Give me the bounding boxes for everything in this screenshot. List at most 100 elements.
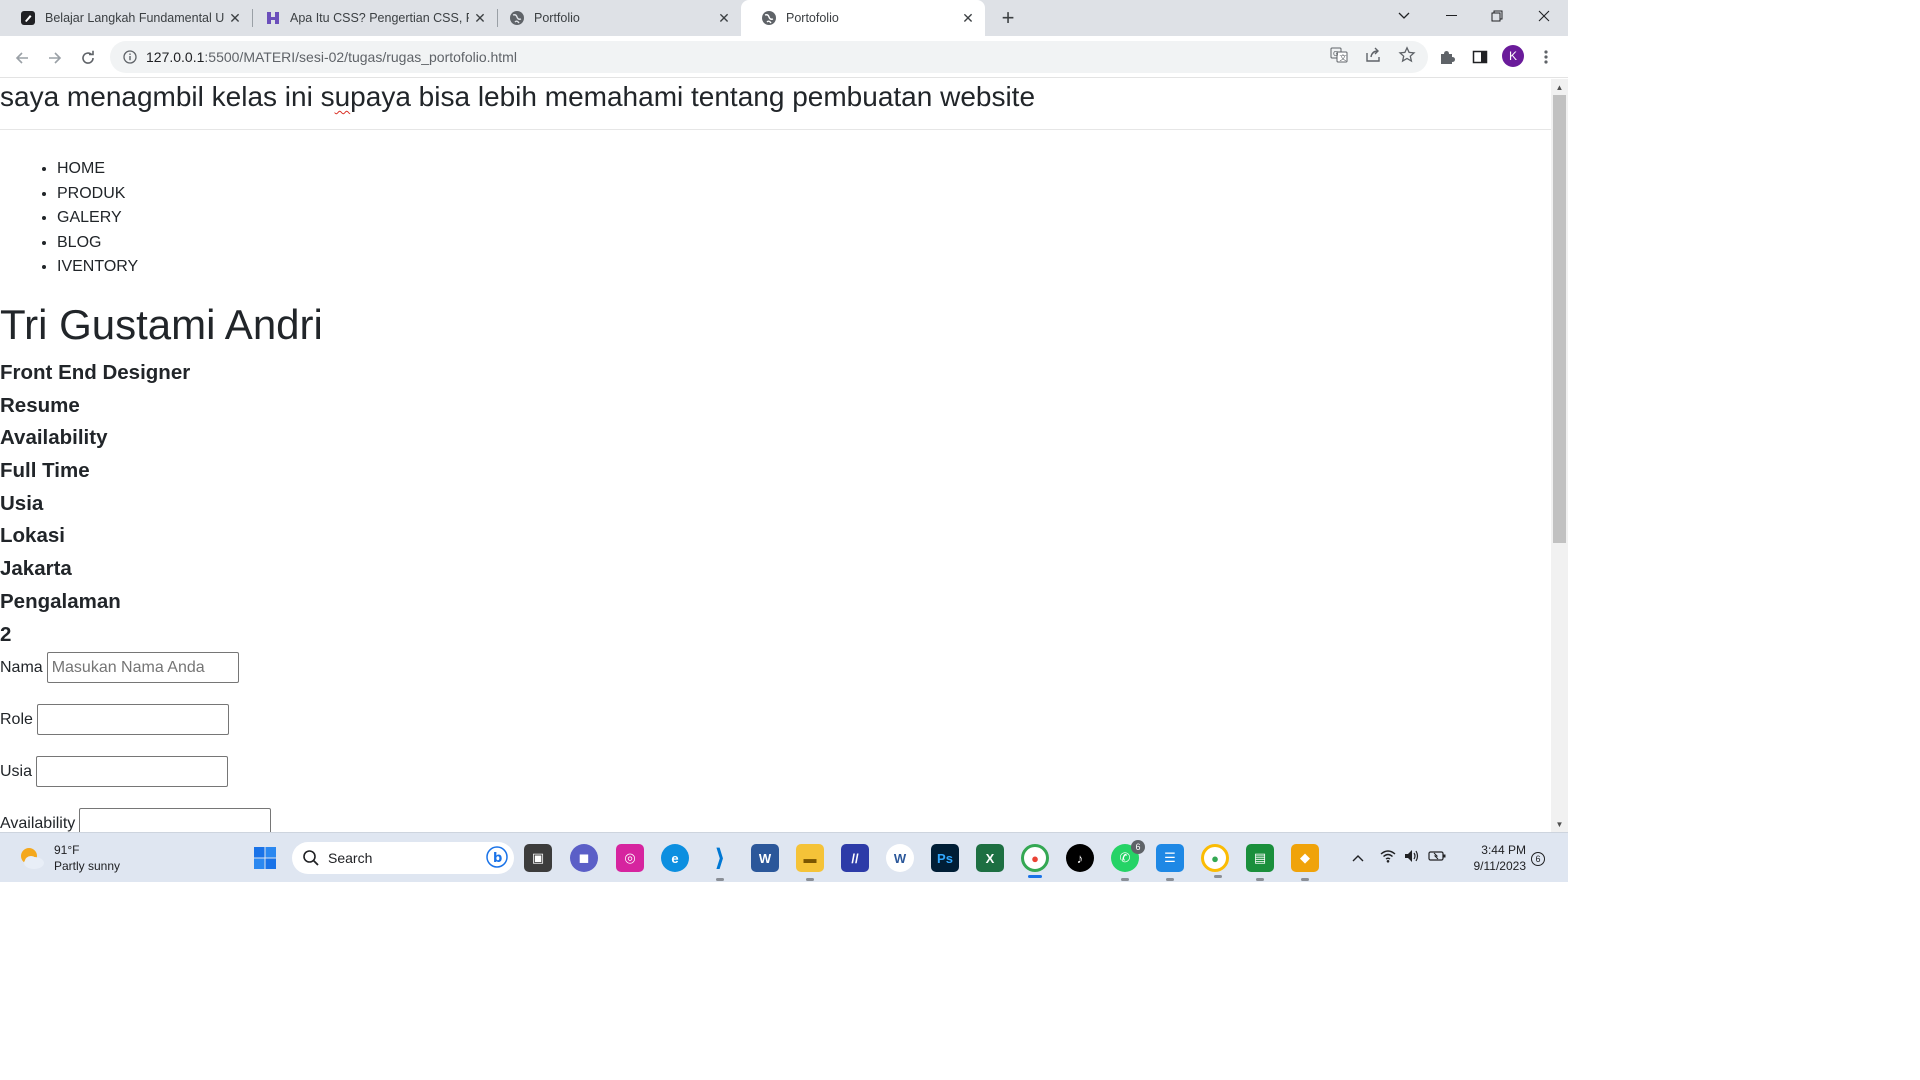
minimize-button[interactable] [1428, 0, 1474, 32]
puzzle-icon [1441, 51, 1455, 64]
reload-button[interactable] [74, 44, 102, 72]
weather-widget[interactable]: 91°F Partly sunny [18, 842, 120, 874]
menu-button[interactable] [1534, 45, 1558, 69]
profile-avatar[interactable]: K [1502, 45, 1524, 67]
task-view-icon[interactable]: ▣ [524, 844, 552, 872]
search-icon [303, 850, 319, 866]
tab-search-button[interactable] [1381, 0, 1427, 32]
forward-arrow-icon [49, 52, 62, 64]
restore-icon [1491, 10, 1503, 22]
notes-app-icon[interactable]: ▤ [1246, 844, 1274, 881]
file-explorer-icon[interactable]: ▬ [796, 844, 824, 881]
page-scrollbar[interactable]: ▲ ▼ [1551, 79, 1568, 832]
chrome-icon[interactable]: ● [1021, 844, 1049, 878]
tab-strip: Belajar Langkah Fundamental Un ✕ Apa Itu… [0, 0, 1568, 36]
tab-title: Apa Itu CSS? Pengertian CSS, Fur [290, 11, 469, 25]
address-bar[interactable]: 127.0.0.1:5500/MATERI/sesi-02/tugas/ruga… [110, 41, 1428, 73]
nama-input[interactable] [46, 652, 239, 683]
partly-sunny-icon [21, 848, 44, 869]
profile-name: Tri Gustami Andri [0, 301, 323, 348]
minimize-icon [1445, 15, 1457, 16]
back-button[interactable] [8, 44, 36, 72]
vscode-icon[interactable]: ⟩ [706, 844, 734, 881]
header-text: saya menagmbil kelas ini supaya bisa leb… [0, 81, 1035, 113]
tab-belajar[interactable]: Belajar Langkah Fundamental Un ✕ [0, 0, 252, 36]
usia-input[interactable] [36, 756, 229, 787]
url-path: :5500/MATERI/sesi-02/tugas/rugas_portofo… [204, 49, 517, 65]
new-tab-button[interactable]: + [996, 5, 1020, 30]
close-tab-icon[interactable]: ✕ [469, 7, 491, 29]
svg-text:G: G [1333, 50, 1338, 58]
weather-temp: 91°F [54, 843, 80, 857]
side-panel-icon [1472, 50, 1488, 64]
nama-label: Nama [0, 658, 43, 676]
taskbar-search[interactable]: Search b [292, 842, 514, 874]
nav-item-home[interactable]: HOME [57, 157, 138, 182]
availability-label: Availability [0, 814, 76, 832]
ai-app-icon[interactable]: // [841, 844, 869, 872]
whatsapp-icon[interactable]: ✆ 6 [1111, 840, 1145, 881]
instagram-icon[interactable]: ◎ [616, 844, 644, 872]
tab-css[interactable]: Apa Itu CSS? Pengertian CSS, Fur ✕ [245, 0, 497, 36]
taskbar-clock[interactable]: 3:44 PM 9/11/2023 [1462, 842, 1527, 874]
battery-icon[interactable] [1428, 849, 1446, 867]
side-panel-button[interactable] [1468, 45, 1492, 69]
extensions-button[interactable] [1435, 45, 1459, 69]
tiktok-icon[interactable]: ♪ [1066, 844, 1094, 872]
excel-icon[interactable]: X [976, 844, 1004, 872]
nav-item-produk[interactable]: PRODUK [57, 182, 138, 207]
chevron-up-icon[interactable] [1352, 849, 1364, 867]
clock-time: 3:44 PM [1481, 843, 1526, 857]
scroll-down-arrow-icon[interactable]: ▼ [1551, 816, 1568, 832]
header-text-part: paya bisa lebih memahami tentang pembuat… [350, 81, 1036, 112]
wifi-icon[interactable] [1380, 849, 1396, 868]
site-info-icon[interactable] [120, 50, 140, 64]
notification-count[interactable]: 6 [1531, 852, 1545, 866]
usia-row: Usia [0, 756, 229, 787]
photoshop-icon[interactable]: Ps [931, 844, 959, 872]
search-label: Search [328, 850, 373, 866]
availability-row: Availability [0, 808, 272, 832]
volume-icon[interactable] [1404, 849, 1420, 868]
chat-icon[interactable]: ◼ [570, 844, 598, 872]
chrome-profile-icon[interactable]: ● [1201, 844, 1229, 878]
word-icon[interactable]: W [751, 844, 779, 872]
nav-item-blog[interactable]: BLOG [57, 231, 138, 256]
tab-portfolio[interactable]: Portfolio ✕ [489, 0, 741, 36]
usia-heading: Usia [0, 491, 44, 515]
svg-text:b: b [493, 851, 502, 866]
close-window-button[interactable] [1521, 0, 1567, 32]
tab-portofolio-active[interactable]: Portofolio ✕ [741, 0, 985, 36]
nama-row: Nama [0, 652, 239, 683]
page-viewport: saya menagmbil kelas ini supaya bisa leb… [0, 79, 1551, 832]
notepad-icon[interactable]: ☰ [1156, 844, 1184, 881]
word-online-icon[interactable]: W [886, 844, 914, 872]
close-tab-icon[interactable]: ✕ [957, 7, 979, 29]
role-input[interactable] [36, 704, 229, 735]
scroll-up-arrow-icon[interactable]: ▲ [1551, 79, 1568, 95]
share-icon[interactable] [1364, 46, 1382, 69]
scrollbar-thumb[interactable] [1553, 95, 1566, 543]
h-logo-icon [265, 10, 281, 26]
tab-title: Portfolio [534, 11, 580, 25]
availability-input[interactable] [79, 808, 272, 832]
start-button[interactable] [251, 844, 279, 872]
usia-label: Usia [0, 762, 33, 780]
url-host: 127.0.0.1 [146, 49, 205, 65]
close-tab-icon[interactable]: ✕ [713, 7, 735, 29]
restore-button[interactable] [1474, 0, 1520, 32]
bluestacks-icon[interactable]: ◆ [1291, 844, 1319, 881]
back-arrow-icon [15, 52, 28, 64]
edge-icon[interactable]: e [661, 844, 689, 872]
forward-button[interactable] [41, 44, 69, 72]
close-tab-icon[interactable]: ✕ [224, 7, 246, 29]
pengalaman-heading: Pengalaman [0, 589, 121, 613]
pengalaman-value: 2 [0, 622, 12, 646]
bookmark-star-icon[interactable] [1398, 45, 1416, 69]
translate-icon[interactable]: G文 [1330, 46, 1348, 69]
nav-item-galery[interactable]: GALERY [57, 206, 138, 231]
availability-heading: Availability [0, 426, 108, 450]
nav-item-iventory[interactable]: IVENTORY [57, 255, 138, 280]
lokasi-heading: Lokasi [0, 524, 65, 548]
chevron-down-icon [1398, 12, 1410, 19]
